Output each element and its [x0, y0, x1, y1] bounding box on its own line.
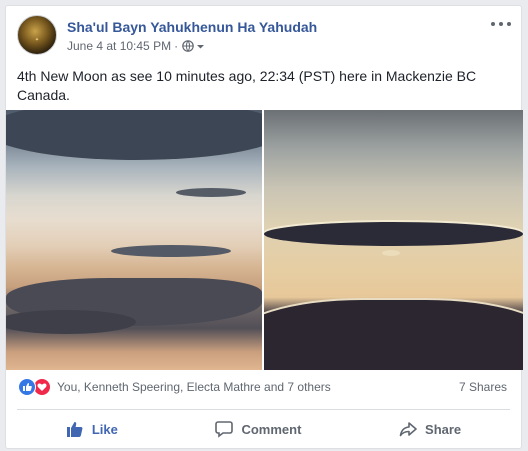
like-label: Like: [91, 421, 118, 437]
post-timestamp[interactable]: June 4 at 10:45 PM: [67, 39, 171, 53]
crescent-moon: [382, 250, 400, 256]
more-options-button[interactable]: [491, 16, 511, 32]
dark-cloud: [111, 245, 231, 257]
dark-cloud: [6, 310, 136, 334]
dark-cloud: [176, 188, 246, 197]
globe-icon[interactable]: [182, 40, 194, 52]
comment-icon: [215, 421, 234, 438]
author-name[interactable]: Sha'ul Bayn Yahukhenun Ha Yahudah: [67, 19, 317, 35]
reactions-summary[interactable]: You, Kenneth Speering, Electa Mathre and…: [18, 378, 331, 396]
share-icon: [399, 422, 417, 437]
post-actions: Like Comment Share: [17, 410, 510, 448]
dark-cloud: [264, 300, 523, 370]
comment-button[interactable]: Comment: [205, 414, 311, 444]
more-dot-icon: [507, 22, 511, 26]
dark-cloud: [264, 222, 523, 246]
like-icon: [18, 378, 36, 396]
more-dot-icon: [499, 22, 503, 26]
share-label: Share: [425, 421, 462, 437]
more-dot-icon: [491, 22, 495, 26]
chevron-down-icon[interactable]: [196, 42, 205, 51]
post-meta: June 4 at 10:45 PM ·: [67, 39, 205, 53]
post-photo-left[interactable]: [6, 110, 262, 370]
avatar-artwork: ✦: [34, 37, 40, 43]
post-photo-right[interactable]: [264, 110, 523, 370]
shares-count[interactable]: 7 Shares: [459, 380, 507, 394]
thumbs-up-icon: [66, 422, 83, 437]
post-text: 4th New Moon as see 10 minutes ago, 22:3…: [17, 68, 477, 103]
share-button[interactable]: Share: [389, 414, 471, 444]
feed-post: ✦ Sha'ul Bayn Yahukhenun Ha Yahudah June…: [5, 5, 523, 449]
author-avatar[interactable]: ✦: [17, 15, 57, 55]
like-button[interactable]: Like: [56, 414, 128, 444]
reactors-text[interactable]: You, Kenneth Speering, Electa Mathre and…: [57, 380, 331, 394]
meta-separator: ·: [174, 39, 179, 53]
comment-label: Comment: [241, 421, 302, 437]
dark-cloud: [6, 110, 262, 160]
